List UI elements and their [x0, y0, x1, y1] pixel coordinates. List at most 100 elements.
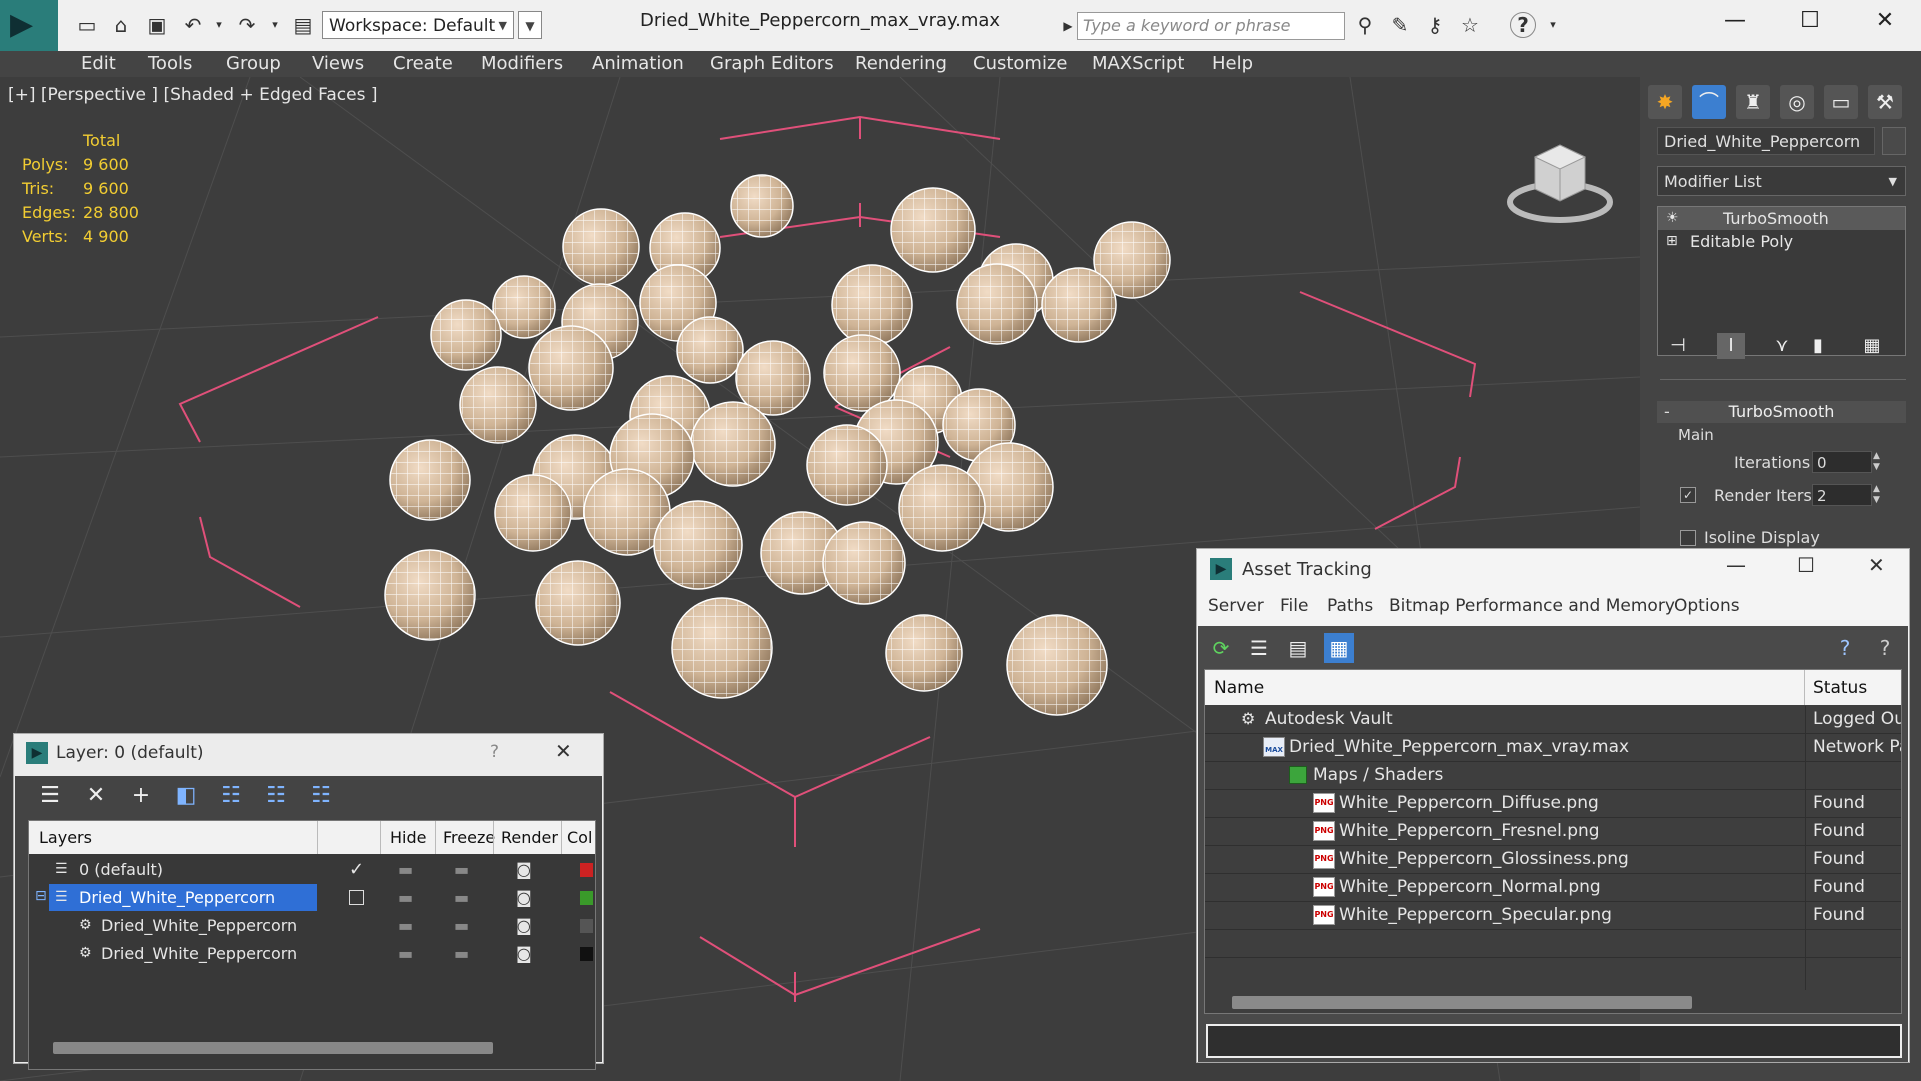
set-active-checkbox[interactable]	[349, 890, 364, 905]
asset-row[interactable]: PNG White_Peppercorn_Glossiness.png Foun…	[1205, 846, 1901, 874]
asset-menu-options[interactable]: Options	[1674, 596, 1740, 616]
peppercorn[interactable]	[653, 500, 743, 590]
peppercorn[interactable]	[898, 464, 986, 552]
col-layers[interactable]: Layers	[39, 828, 92, 847]
undo-dropdown-icon[interactable]: ▾	[206, 12, 232, 38]
col-color[interactable]: Col	[567, 828, 595, 847]
create-tab-icon[interactable]: ✸	[1648, 85, 1682, 119]
peppercorn[interactable]	[956, 263, 1038, 345]
asset-menu-server[interactable]: Server	[1208, 596, 1264, 616]
peppercorn[interactable]	[459, 366, 537, 444]
asset-row[interactable]: PNG White_Peppercorn_Specular.png Found	[1205, 902, 1901, 930]
asset-menu-bitmap-performance[interactable]: Bitmap Performance and Memory	[1389, 596, 1675, 616]
peppercorn[interactable]	[1006, 614, 1108, 716]
help-button[interactable]: ?	[490, 742, 499, 762]
close-button[interactable]: ✕	[555, 739, 572, 763]
layer-row[interactable]: ⊟ ☰ Dried_White_Peppercorn ▬ ▬ ◙	[29, 884, 595, 912]
peppercorn[interactable]	[389, 439, 471, 521]
redo-dropdown-icon[interactable]: ▾	[262, 12, 288, 38]
freeze-toggle[interactable]: ▬	[454, 888, 469, 907]
asset-menu-paths[interactable]: Paths	[1327, 596, 1373, 616]
stack-item-turbosmooth[interactable]: ☀ TurboSmooth	[1658, 207, 1905, 230]
workspace-dropdown[interactable]: Workspace: Default ▼	[322, 11, 514, 39]
add-to-layer-icon[interactable]: +	[125, 780, 157, 812]
show-end-result-icon[interactable]: Ⅰ	[1717, 333, 1745, 359]
horizontal-scrollbar[interactable]	[1232, 996, 1692, 1009]
render-toggle-icon[interactable]: ◙	[516, 888, 532, 907]
help-dropdown-icon[interactable]: ▾	[1540, 12, 1566, 38]
asset-row[interactable]: PNG White_Peppercorn_Fresnel.png Found	[1205, 818, 1901, 846]
peppercorn[interactable]	[562, 208, 640, 286]
menu-animation[interactable]: Animation	[592, 51, 684, 77]
hide-all-layers-icon[interactable]: ☷	[260, 780, 292, 812]
sign-in-icon[interactable]: ⚷	[1422, 12, 1448, 38]
peppercorn[interactable]	[690, 401, 776, 487]
workspace-menu-button[interactable]: ▼	[518, 11, 542, 39]
tools-icon[interactable]: ✎	[1387, 12, 1413, 38]
display-tab-icon[interactable]: ▭	[1824, 85, 1858, 119]
create-layer-icon[interactable]: ☰	[34, 780, 66, 812]
layer-color-swatch[interactable]	[580, 863, 593, 877]
collapse-minus-icon[interactable]: ⊟	[35, 888, 47, 904]
object-color-swatch[interactable]	[580, 919, 593, 933]
viewcube[interactable]	[1505, 127, 1615, 237]
modify-tab-icon[interactable]: ⌒	[1692, 85, 1726, 119]
object-color-swatch[interactable]	[1882, 127, 1906, 155]
render-toggle-icon[interactable]: ◙	[516, 944, 532, 963]
render-toggle-icon[interactable]: ◙	[516, 916, 532, 935]
menu-maxscript[interactable]: MAXScript	[1092, 51, 1184, 77]
lightbulb-icon[interactable]: ☀	[1666, 207, 1679, 230]
rollout-collapse-icon[interactable]: -	[1664, 402, 1670, 421]
peppercorn[interactable]	[890, 187, 976, 273]
undo-icon[interactable]: ↶	[180, 12, 206, 38]
freeze-all-layers-icon[interactable]: ☷	[305, 780, 337, 812]
app-logo-icon[interactable]: ▶	[0, 0, 58, 51]
asset-menu-file[interactable]: File	[1280, 596, 1308, 616]
hide-toggle[interactable]: ▬	[398, 916, 413, 935]
col-freeze[interactable]: Freeze	[443, 828, 495, 847]
isoline-display-checkbox[interactable]	[1680, 530, 1696, 546]
peppercorn[interactable]	[494, 474, 572, 552]
col-name[interactable]: Name	[1214, 678, 1264, 698]
peppercorn[interactable]	[885, 614, 963, 692]
modifier-list-dropdown[interactable]: Modifier List ▼	[1657, 166, 1906, 196]
peppercorn[interactable]	[676, 316, 744, 384]
peppercorn[interactable]	[671, 597, 773, 699]
menu-help[interactable]: Help	[1212, 51, 1253, 77]
layer-color-swatch[interactable]	[580, 891, 593, 905]
freeze-toggle[interactable]: ▬	[454, 944, 469, 963]
iterations-spinner[interactable]: 0	[1812, 451, 1872, 473]
menu-tools[interactable]: Tools	[148, 51, 192, 77]
freeze-toggle[interactable]: ▬	[454, 916, 469, 935]
refresh-icon[interactable]: ⟳	[1208, 635, 1234, 661]
minimize-button[interactable]: —	[1726, 553, 1746, 577]
asset-row[interactable]: Maps / Shaders	[1205, 762, 1901, 790]
turbosmooth-rollout-header[interactable]: TurboSmooth	[1657, 401, 1906, 423]
maximize-button[interactable]: ☐	[1797, 553, 1815, 577]
render-iters-spinner[interactable]: 2	[1812, 484, 1872, 506]
binoculars-icon[interactable]: ⚲	[1352, 12, 1378, 38]
viewport-label[interactable]: [+] [Perspective ] [Shaded + Edged Faces…	[8, 85, 377, 105]
peppercorn[interactable]	[730, 174, 794, 238]
expand-plus-icon[interactable]: ⊞	[1666, 230, 1678, 253]
hide-toggle[interactable]: ▬	[398, 888, 413, 907]
peppercorn[interactable]	[831, 264, 913, 346]
project-folder-icon[interactable]: ▤	[290, 12, 316, 38]
configure-modifier-sets-icon[interactable]: ▦	[1858, 333, 1886, 359]
delete-layer-icon[interactable]: ✕	[80, 780, 112, 812]
layer-row[interactable]: ☰ 0 (default) ✓ ▬ ▬ ◙	[29, 856, 595, 884]
hide-toggle[interactable]: ▬	[398, 944, 413, 963]
vault-settings-icon[interactable]: ?	[1872, 635, 1898, 661]
motion-tab-icon[interactable]: ◎	[1780, 85, 1814, 119]
active-layer-checkmark-icon[interactable]: ✓	[349, 859, 364, 880]
render-iters-checkbox[interactable]: ✓	[1680, 487, 1696, 503]
asset-row[interactable]: PNG White_Peppercorn_Normal.png Found	[1205, 874, 1901, 902]
search-input[interactable]: Type a keyword or phrase	[1077, 12, 1345, 40]
spinner-arrows-icon[interactable]: ▲ ▼	[1873, 484, 1880, 506]
horizontal-scrollbar[interactable]	[53, 1042, 493, 1054]
menu-customize[interactable]: Customize	[973, 51, 1067, 77]
stack-item-editable-poly[interactable]: ⊞ Editable Poly	[1658, 230, 1905, 253]
peppercorn[interactable]	[1041, 267, 1117, 343]
favorites-star-icon[interactable]: ☆	[1457, 12, 1483, 38]
menu-create[interactable]: Create	[393, 51, 453, 77]
